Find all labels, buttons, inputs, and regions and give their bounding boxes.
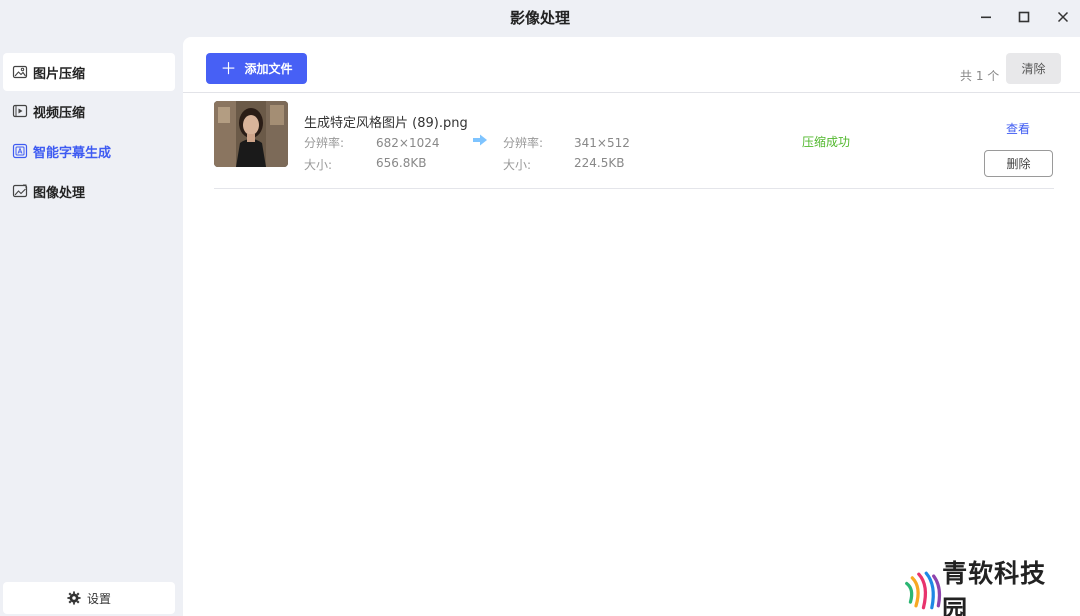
sidebar-item-smart-subtitle[interactable]: 智能字幕生成: [3, 132, 175, 170]
watermark: 青软科技园: [903, 559, 1063, 616]
gear-icon: [67, 591, 81, 605]
settings-label: 设置: [86, 591, 111, 606]
sidebar-item-label: 智能字幕生成: [33, 145, 112, 161]
file-thumbnail[interactable]: [214, 101, 288, 167]
view-link[interactable]: 查看: [1006, 120, 1030, 137]
original-size-value: 656.8KB: [376, 156, 427, 170]
minimize-icon: [981, 16, 991, 19]
file-row: 生成特定风格图片 (89).png 分辨率: 682×1024 大小: 656.…: [214, 101, 1054, 189]
divider: [183, 92, 1080, 93]
compressed-resolution-label: 分辨率:: [503, 136, 544, 150]
compressed-size-value: 224.5KB: [574, 156, 625, 170]
main-panel: ＋ 添加文件 共 1 个 清除 生成特定风格图片 (89).png 分辨率: 6…: [183, 37, 1080, 616]
sidebar: 图片压缩 视频压缩 智能字幕生成 图像处理 设置: [0, 36, 182, 616]
settings-button[interactable]: 设置: [3, 582, 175, 614]
app-window: 影像处理 图片压缩 视频压缩 智能字幕生成 图像处理 设置 ＋ 添加文件 共 1…: [0, 0, 1080, 616]
compressed-resolution-value: 341×512: [574, 136, 630, 150]
convert-arrow-icon: [473, 134, 487, 146]
maximize-icon: [1018, 11, 1030, 23]
add-file-button[interactable]: ＋ 添加文件: [206, 53, 307, 84]
plus-icon: ＋: [220, 58, 237, 78]
compressed-size-label: 大小:: [503, 158, 532, 172]
clear-button[interactable]: 清除: [1006, 53, 1061, 84]
image-edit-icon: [12, 183, 28, 199]
sidebar-item-image-processing[interactable]: 图像处理: [3, 172, 175, 210]
sidebar-item-label: 视频压缩: [33, 105, 86, 121]
watermark-text: 青软科技园: [942, 559, 1047, 616]
watermark-logo-icon: [905, 571, 942, 610]
minimize-button[interactable]: [974, 6, 998, 28]
original-resolution-label: 分辨率:: [304, 136, 345, 150]
subtitle-icon: [12, 143, 28, 159]
sidebar-item-label: 图像处理: [33, 185, 86, 201]
video-icon: [12, 103, 28, 119]
add-file-label: 添加文件: [244, 62, 293, 76]
close-button[interactable]: [1051, 6, 1075, 28]
sidebar-item-label: 图片压缩: [33, 66, 86, 82]
close-icon: [1057, 11, 1069, 23]
sidebar-item-image-compress[interactable]: 图片压缩: [3, 53, 175, 91]
file-name: 生成特定风格图片 (89).png: [304, 116, 468, 131]
delete-button[interactable]: 删除: [984, 150, 1053, 177]
original-resolution-value: 682×1024: [376, 136, 440, 150]
title-bar: 影像处理: [0, 0, 1080, 36]
file-count: 共 1 个: [960, 69, 1000, 83]
sidebar-item-video-compress[interactable]: 视频压缩: [3, 92, 175, 130]
status-text: 压缩成功: [802, 135, 851, 149]
window-title: 影像处理: [509, 9, 570, 27]
image-icon: [12, 64, 28, 80]
maximize-button[interactable]: [1012, 6, 1036, 28]
original-size-label: 大小:: [304, 158, 333, 172]
thumbnail-image: [214, 101, 288, 167]
